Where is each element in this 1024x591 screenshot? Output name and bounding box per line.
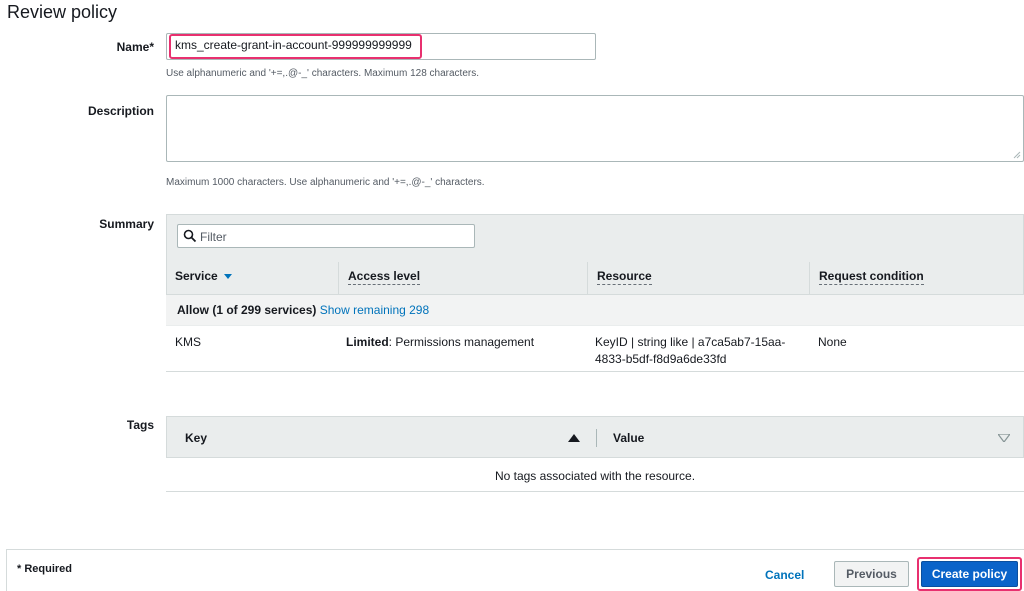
- access-level-bold: Limited: [346, 335, 389, 349]
- search-icon: [183, 229, 197, 243]
- sort-down-caret-icon: [223, 274, 232, 280]
- summary-label: Summary: [99, 217, 154, 231]
- cancel-button[interactable]: Cancel: [765, 568, 804, 582]
- request-condition-cell: None: [818, 335, 847, 349]
- resource-line-2: 4833-b5df-f8d9a6de33fd: [595, 352, 727, 366]
- create-policy-button[interactable]: Create policy: [921, 561, 1018, 587]
- col-resource-label: Resource: [597, 269, 652, 285]
- tags-table: Key Value No tags associated with the re…: [166, 416, 1024, 492]
- col-resource[interactable]: Resource: [587, 262, 809, 295]
- description-textarea[interactable]: [166, 95, 1024, 162]
- page-title: Review policy: [7, 2, 118, 22]
- tags-column-divider: [596, 429, 597, 447]
- col-service[interactable]: Service: [166, 262, 338, 295]
- resize-grip-icon[interactable]: [1013, 151, 1021, 159]
- tags-col-value[interactable]: Value: [613, 431, 644, 445]
- name-help-text: Use alphanumeric and '+=,.@-_' character…: [166, 68, 479, 79]
- show-remaining-link[interactable]: Show remaining 298: [320, 303, 429, 317]
- resource-line-1: KeyID | string like | a7ca5ab7-15aa-: [595, 335, 786, 349]
- filter-placeholder: Filter: [200, 230, 227, 244]
- summary-table: Filter Service Access level Resource Req…: [166, 214, 1024, 374]
- tags-label: Tags: [126, 418, 154, 432]
- description-help-text: Maximum 1000 characters. Use alphanumeri…: [166, 177, 485, 188]
- footer-bar: * Required Cancel Previous Create policy: [6, 549, 1024, 591]
- allow-text: Allow (1 of 299 services): [177, 303, 317, 317]
- name-label: Name*: [116, 40, 154, 54]
- access-level-cell: Limited: Permissions management: [346, 334, 534, 351]
- col-service-label: Service: [175, 269, 218, 283]
- resource-cell: KeyID | string like | a7ca5ab7-15aa- 483…: [595, 334, 785, 368]
- col-request-condition[interactable]: Request condition: [809, 262, 1024, 295]
- tags-table-header: Key Value: [166, 416, 1024, 458]
- col-access-level[interactable]: Access level: [338, 262, 587, 295]
- previous-button[interactable]: Previous: [834, 561, 909, 587]
- required-note: * Required: [17, 563, 73, 575]
- tags-col-key[interactable]: Key: [185, 431, 207, 445]
- description-label: Description: [87, 104, 154, 118]
- col-access-level-label: Access level: [348, 269, 421, 285]
- col-request-condition-label: Request condition: [819, 269, 924, 285]
- tags-empty-message: No tags associated with the resource.: [166, 458, 1024, 492]
- service-link-kms[interactable]: KMS: [175, 334, 201, 351]
- sort-up-icon[interactable]: [568, 434, 580, 442]
- allow-row: Allow (1 of 299 services) Show remaining…: [166, 295, 1024, 326]
- filter-input[interactable]: Filter: [177, 224, 475, 248]
- name-value[interactable]: kms_create-grant-in-account-999999999999: [175, 38, 412, 52]
- table-row: KMS Limited: Permissions management KeyI…: [166, 326, 1024, 372]
- access-level-rest: : Permissions management: [388, 335, 535, 349]
- sort-down-icon[interactable]: [998, 434, 1010, 442]
